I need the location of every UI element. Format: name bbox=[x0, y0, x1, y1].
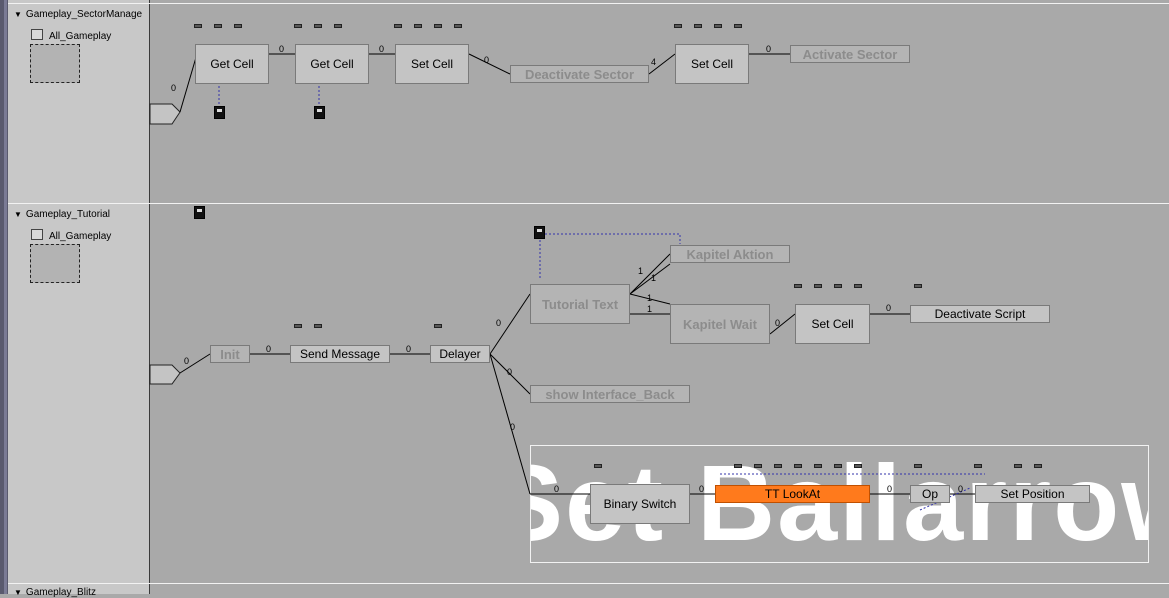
block-label: Activate Sector bbox=[802, 46, 898, 62]
building-block-delayer[interactable]: Delayer bbox=[430, 345, 490, 363]
link-label: 0 bbox=[184, 356, 190, 366]
param-in[interactable] bbox=[834, 464, 842, 468]
block-label: show Interface_Back bbox=[545, 386, 675, 402]
link-label: 1 bbox=[651, 273, 657, 283]
param-in[interactable] bbox=[834, 284, 842, 288]
block-label: Set Position bbox=[1000, 487, 1065, 501]
param-in[interactable] bbox=[734, 464, 742, 468]
param-in[interactable] bbox=[814, 464, 822, 468]
link-label: 0 bbox=[379, 44, 385, 54]
param-in[interactable] bbox=[854, 284, 862, 288]
variable-icon[interactable] bbox=[534, 226, 545, 239]
building-block-send-message[interactable]: Send Message bbox=[290, 345, 390, 363]
param-in[interactable] bbox=[434, 24, 442, 28]
block-label: Set Cell bbox=[811, 317, 854, 331]
param-in[interactable] bbox=[854, 464, 862, 468]
param-in[interactable] bbox=[914, 464, 922, 468]
block-label: Kapitel Aktion bbox=[686, 246, 774, 262]
link-label: 0 bbox=[510, 422, 516, 432]
link-label: 4 bbox=[651, 57, 657, 67]
param-in[interactable] bbox=[674, 24, 682, 28]
building-block-set-cell[interactable]: Set Cell bbox=[795, 304, 870, 344]
building-block-kapitel-aktion[interactable]: Kapitel Aktion bbox=[670, 245, 790, 263]
block-label: Delayer bbox=[439, 347, 481, 361]
building-block-set-cell[interactable]: Set Cell bbox=[675, 44, 749, 84]
building-block-get-cell[interactable]: Get Cell bbox=[195, 44, 269, 84]
param-in[interactable] bbox=[434, 324, 442, 328]
param-in[interactable] bbox=[314, 324, 322, 328]
param-in[interactable] bbox=[414, 24, 422, 28]
building-block-kapitel-wait[interactable]: Kapitel Wait bbox=[670, 304, 770, 344]
block-label: Binary Switch bbox=[603, 497, 677, 511]
link-label: 0 bbox=[699, 484, 705, 494]
building-block-set-position[interactable]: Set Position bbox=[975, 485, 1090, 503]
building-block-get-cell[interactable]: Get Cell bbox=[295, 44, 369, 84]
block-label: Get Cell bbox=[310, 57, 354, 71]
variable-icon[interactable] bbox=[194, 206, 205, 219]
param-in[interactable] bbox=[754, 464, 762, 468]
building-block-set-cell[interactable]: Set Cell bbox=[395, 44, 469, 84]
link-label: 0 bbox=[775, 318, 781, 328]
param-in[interactable] bbox=[914, 284, 922, 288]
link-label: 0 bbox=[266, 344, 272, 354]
building-block-binary-switch[interactable]: Binary Switch bbox=[590, 484, 690, 524]
param-in[interactable] bbox=[1034, 464, 1042, 468]
link-label: 0 bbox=[171, 83, 177, 93]
variable-icon[interactable] bbox=[214, 106, 225, 119]
building-block-show-interface-back[interactable]: show Interface_Back bbox=[530, 385, 690, 403]
block-label: Kapitel Wait bbox=[683, 316, 757, 332]
param-in[interactable] bbox=[334, 24, 342, 28]
building-block-activate-sector[interactable]: Activate Sector bbox=[790, 45, 910, 63]
block-label: Op bbox=[921, 487, 938, 501]
param-in[interactable] bbox=[694, 24, 702, 28]
param-in[interactable] bbox=[734, 24, 742, 28]
block-label: Set Cell bbox=[410, 57, 454, 71]
building-block-tutorial-text[interactable]: Tutorial Text bbox=[530, 284, 630, 324]
param-in[interactable] bbox=[294, 324, 302, 328]
param-in[interactable] bbox=[794, 284, 802, 288]
link-label: 0 bbox=[887, 484, 893, 494]
block-label: TT LookAt bbox=[764, 487, 821, 501]
link-label: 0 bbox=[886, 303, 892, 313]
param-in[interactable] bbox=[234, 24, 242, 28]
param-in[interactable] bbox=[794, 464, 802, 468]
link-label: 1 bbox=[647, 293, 653, 303]
block-label: Send Message bbox=[299, 347, 381, 361]
variable-icon[interactable] bbox=[314, 106, 325, 119]
param-in[interactable] bbox=[214, 24, 222, 28]
param-in[interactable] bbox=[194, 24, 202, 28]
param-in[interactable] bbox=[974, 464, 982, 468]
link-label: 0 bbox=[958, 484, 964, 494]
param-in[interactable] bbox=[594, 464, 602, 468]
param-in[interactable] bbox=[394, 24, 402, 28]
param-in[interactable] bbox=[714, 24, 722, 28]
param-in[interactable] bbox=[454, 24, 462, 28]
param-in[interactable] bbox=[294, 24, 302, 28]
block-label: Get Cell bbox=[210, 57, 254, 71]
link-label: 1 bbox=[638, 266, 644, 276]
link-label: 0 bbox=[507, 367, 513, 377]
building-block-deactivate-script[interactable]: Deactivate Script bbox=[910, 305, 1050, 323]
param-in[interactable] bbox=[314, 24, 322, 28]
link-label: 0 bbox=[484, 55, 490, 65]
building-block-op[interactable]: Op bbox=[910, 485, 950, 503]
link-label: 0 bbox=[496, 318, 502, 328]
link-label: 0 bbox=[406, 344, 412, 354]
param-in[interactable] bbox=[1014, 464, 1022, 468]
param-in[interactable] bbox=[814, 284, 822, 288]
block-label: Init bbox=[220, 346, 240, 362]
building-block-init[interactable]: Init bbox=[210, 345, 250, 363]
block-label: Deactivate Script bbox=[934, 307, 1026, 321]
link-label: 0 bbox=[554, 484, 560, 494]
link-label: 1 bbox=[647, 304, 653, 314]
building-block-deactivate-sector[interactable]: Deactivate Sector bbox=[510, 65, 649, 83]
block-label: Set Cell bbox=[690, 57, 734, 71]
link-label: 0 bbox=[279, 44, 285, 54]
building-block-tt-lookat[interactable]: TT LookAt bbox=[715, 485, 870, 503]
link-label: 0 bbox=[766, 44, 772, 54]
block-label: Deactivate Sector bbox=[524, 66, 635, 82]
block-label: Tutorial Text bbox=[541, 296, 619, 312]
param-in[interactable] bbox=[774, 464, 782, 468]
